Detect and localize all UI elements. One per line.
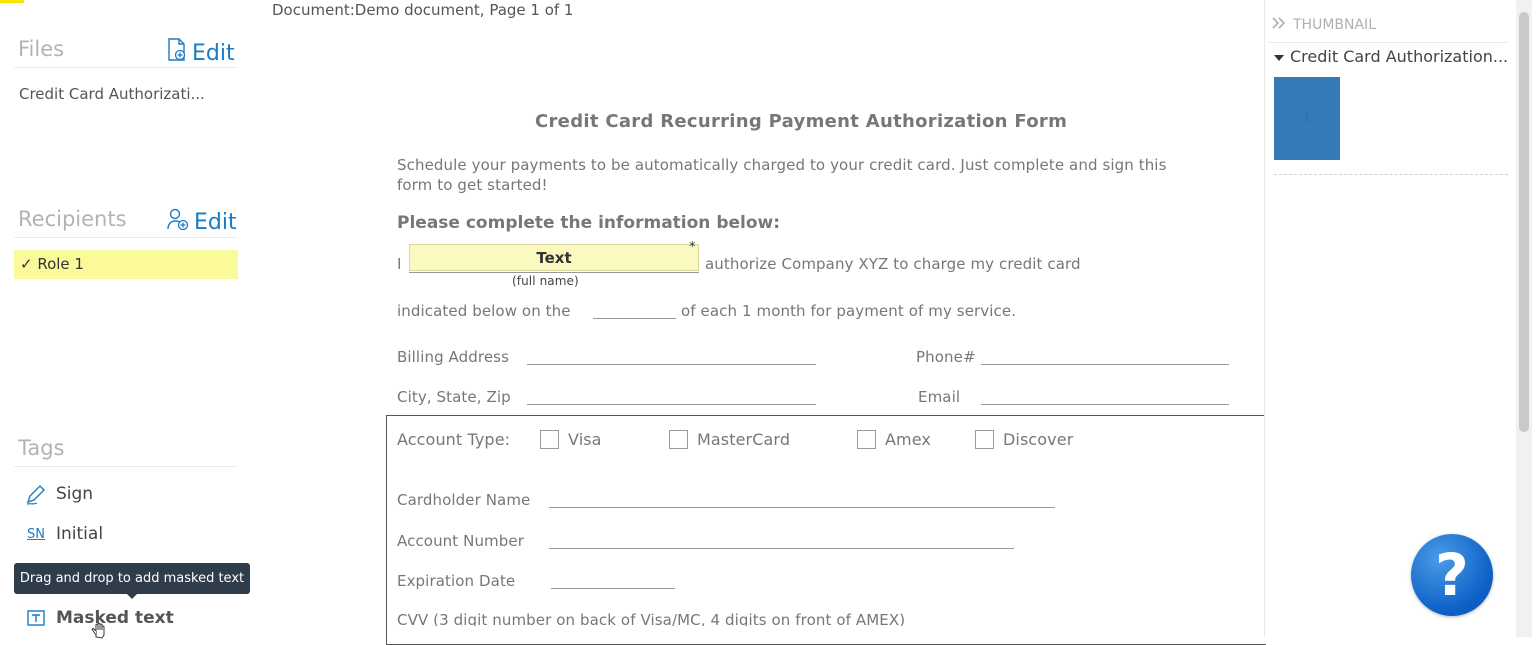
mastercard-label: MasterCard: [697, 430, 791, 449]
tags-section-title: Tags: [18, 436, 65, 460]
indicated-text-right: of each 1 month for payment of my servic…: [681, 302, 1017, 320]
authorize-text: authorize Company XYZ to charge my credi…: [705, 255, 1081, 273]
recipients-edit-button[interactable]: Edit: [166, 207, 237, 237]
cvv-label: CVV (3 digit number on back of Visa/MC, …: [397, 612, 906, 626]
form-subhead: Please complete the information below:: [397, 213, 781, 233]
thumbnail-divider: [1268, 42, 1508, 43]
tag-initial[interactable]: SN Initial: [24, 524, 103, 544]
indicated-text-left: indicated below on the: [397, 302, 571, 320]
intro-line-1: Schedule your payments to be automatical…: [397, 156, 1167, 174]
thumbnail-document-toggle[interactable]: Credit Card Authorization...: [1274, 47, 1508, 66]
initial-icon: SN: [27, 526, 45, 542]
discover-label: Discover: [1003, 430, 1074, 449]
top-accent-bar: [0, 0, 24, 3]
tag-sign-label: Sign: [56, 484, 94, 504]
help-button[interactable]: ?: [1411, 534, 1493, 616]
files-divider: [14, 67, 238, 68]
cardholder-name-line: [549, 507, 1055, 508]
document-header: Document:Demo document, Page 1 of 1: [272, 1, 574, 19]
thumbnail-document-name: Credit Card Authorization...: [1290, 47, 1509, 66]
hand-cursor-icon: [88, 617, 110, 643]
tooltip-arrow: [126, 593, 138, 599]
city-state-zip-label: City, State, Zip: [397, 388, 511, 406]
thumbnail-title: THUMBNAIL: [1293, 17, 1376, 33]
full-name-caption: (full name): [512, 274, 579, 288]
tag-masked-text-label: Masked text: [56, 608, 174, 628]
tag-sign[interactable]: Sign: [24, 483, 93, 505]
recipients-divider: [14, 237, 238, 238]
expiration-date-line: [551, 588, 675, 589]
caret-down-icon: [1274, 47, 1284, 66]
cardholder-name-label: Cardholder Name: [397, 491, 531, 509]
account-section-box: [386, 415, 1266, 645]
page-thumbnail[interactable]: 1: [1274, 77, 1340, 160]
account-number-line: [549, 548, 1014, 549]
email-line: [981, 404, 1229, 405]
file-item[interactable]: Credit Card Authorizati...: [19, 85, 205, 103]
phone-line: [981, 364, 1229, 365]
discover-checkbox[interactable]: [975, 430, 994, 449]
expiration-date-label: Expiration Date: [397, 572, 516, 590]
recipient-role-item[interactable]: ✓ Role 1: [14, 250, 238, 279]
thumbnail-header[interactable]: THUMBNAIL: [1271, 16, 1376, 34]
double-chevron-right-icon: [1271, 16, 1287, 34]
amex-checkbox[interactable]: [857, 430, 876, 449]
visa-label: Visa: [568, 430, 602, 449]
mastercard-checkbox[interactable]: [669, 430, 688, 449]
pen-icon: [24, 483, 48, 505]
tag-initial-label: Initial: [56, 524, 104, 544]
files-edit-label: Edit: [192, 40, 235, 66]
masked-text-tooltip: Drag and drop to add masked text: [14, 563, 250, 594]
recipients-section-title: Recipients: [18, 207, 127, 231]
masked-text-icon: [24, 608, 48, 628]
billing-address-line: [527, 364, 816, 365]
user-add-icon: [166, 207, 190, 237]
required-mark: *: [689, 240, 696, 255]
i-label: I: [397, 255, 402, 273]
visa-checkbox[interactable]: [540, 430, 559, 449]
billing-address-label: Billing Address: [397, 348, 509, 366]
thumbnail-dashed-divider: [1274, 174, 1508, 175]
date-line: [593, 318, 676, 319]
full-name-line: [409, 272, 699, 273]
scrollbar-thumb[interactable]: [1519, 12, 1529, 432]
recipients-edit-label: Edit: [194, 209, 237, 235]
account-number-label: Account Number: [397, 532, 524, 550]
cvv-clip: CVV (3 digit number on back of Visa/MC, …: [397, 612, 1257, 626]
email-label: Email: [918, 388, 961, 406]
text-field-tag[interactable]: Text: [409, 244, 699, 271]
account-type-label: Account Type:: [397, 430, 511, 449]
files-section-title: Files: [18, 37, 65, 61]
intro-line-2: form to get started!: [397, 176, 548, 194]
tags-divider: [14, 466, 238, 467]
file-add-icon: [166, 38, 188, 68]
city-state-zip-line: [527, 404, 816, 405]
amex-label: Amex: [885, 430, 931, 449]
form-title: Credit Card Recurring Payment Authorizat…: [535, 111, 1068, 132]
phone-label: Phone#: [916, 348, 976, 366]
files-edit-button[interactable]: Edit: [166, 38, 235, 68]
